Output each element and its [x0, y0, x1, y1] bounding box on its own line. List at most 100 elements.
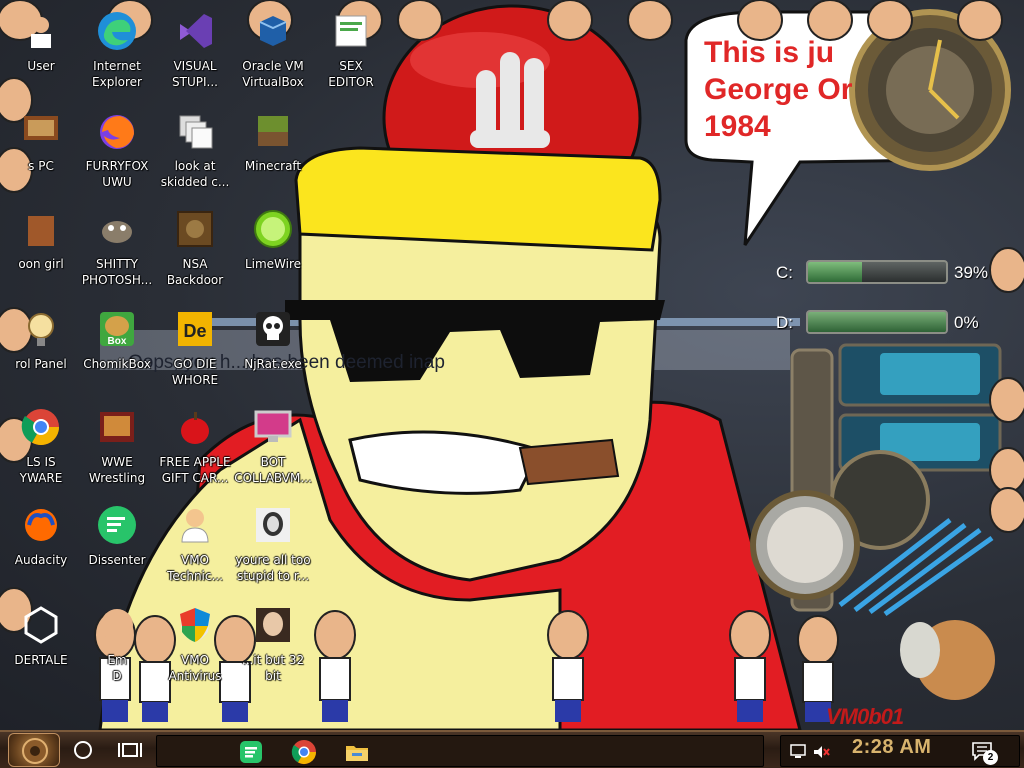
drive-d-row: D: — [776, 308, 793, 338]
taskbar-file-explorer-button[interactable] — [343, 738, 371, 766]
desktop-icon[interactable]: Em D — [76, 598, 158, 694]
desktop-icon[interactable]: oon girl — [0, 202, 82, 298]
desktop-icon-label: SHITTY PHOTOSH... — [81, 257, 153, 287]
desktop-icon[interactable]: WWE Wrestling — [76, 400, 158, 496]
taskbar-dissenter-button[interactable] — [237, 738, 265, 766]
unity-icon — [18, 602, 64, 648]
desktop-icon[interactable]: FREE APPLE GIFT CAR... — [154, 400, 236, 496]
desktop-icon[interactable]: LimeWire — [232, 202, 314, 298]
desktop-icon-label: User — [27, 59, 55, 73]
chomikbox-icon: Box — [94, 306, 140, 352]
wwe-icon — [94, 404, 140, 450]
desktop-icon[interactable]: DERTALE — [0, 598, 82, 694]
start-gear-icon — [22, 738, 48, 764]
chrome-icon — [18, 404, 64, 450]
desktop-icon[interactable]: ...it but 32 bit — [232, 598, 314, 694]
svg-text:De: De — [183, 321, 206, 341]
cortana-circle-icon — [74, 741, 92, 759]
desktop-icon-label: LS IS YWARE — [19, 455, 63, 485]
desktop-icon[interactable]: VISUAL STUPI... — [154, 4, 236, 100]
desktop-icon[interactable]: User — [0, 4, 82, 100]
drive-c-letter: C: — [776, 263, 793, 282]
desktop-icon[interactable]: Box ChomikBox — [76, 302, 158, 398]
limewire-icon — [250, 206, 296, 252]
desktop-icon-label: Em D — [107, 653, 127, 683]
desktop-icon-label: NSA Backdoor — [166, 257, 224, 287]
desktop-icon[interactable]: BOT COLLABVM... — [232, 400, 314, 496]
desktop-icon[interactable]: youre all too stupid to r... — [232, 498, 314, 594]
desktop-icon-label: s PC — [28, 159, 54, 173]
desktop-icon[interactable]: FURRYFOX UWU — [76, 104, 158, 200]
drive-c-usage-fill — [808, 262, 862, 282]
start-button[interactable] — [8, 733, 60, 767]
desktop-icon-label: WWE Wrestling — [88, 455, 146, 485]
drive-d-letter: D: — [776, 313, 793, 332]
drive-c-percent: 39% — [954, 263, 989, 282]
taskbar-clock[interactable]: 2:28 AM — [852, 736, 931, 759]
vm-label: VM0b01 — [826, 704, 904, 729]
copies-icon — [172, 108, 218, 154]
drive-d-percent: 0% — [954, 313, 979, 332]
technician-icon — [172, 502, 218, 548]
desktop-icon-label: oon girl — [18, 257, 64, 271]
desktop-icon[interactable]: VMO Technic... — [154, 498, 236, 594]
bot-monitor-icon — [250, 404, 296, 450]
edge-icon — [94, 8, 140, 54]
desktop-icon-label: Dissenter — [88, 553, 146, 567]
desktop-icon[interactable]: SHITTY PHOTOSH... — [76, 202, 158, 298]
desktop[interactable]: This is ju George Or 1984 Oops, you h...… — [0, 0, 1024, 730]
desktop-icon[interactable]: Dissenter — [76, 498, 158, 594]
firefox-icon — [94, 108, 140, 154]
bin-icon — [18, 206, 64, 252]
dissenter-icon — [240, 741, 262, 763]
user-folder-icon — [18, 8, 64, 54]
drive-c-row: C: — [776, 258, 793, 288]
task-view-icon — [118, 743, 142, 757]
desktop-icon[interactable]: s PC — [0, 104, 82, 200]
desktop-icon-label: VISUAL STUPI... — [172, 59, 218, 89]
desktop-icon-label: Audacity — [14, 553, 68, 567]
desktop-icon[interactable]: VMO Antivirus — [154, 598, 236, 694]
desktop-icon-label: Internet Explorer — [92, 59, 142, 89]
taskbar-chrome-button[interactable] — [290, 738, 318, 766]
desktop-icon-label: GO DIE WHORE — [171, 357, 219, 387]
visual-studio-icon — [172, 8, 218, 54]
desktop-icon[interactable]: Oracle VM VirtualBox — [232, 4, 314, 100]
portrait-icon — [250, 502, 296, 548]
file-explorer-icon — [346, 746, 368, 761]
volume-muted-icon[interactable] — [811, 742, 831, 762]
nsa-backdoor-icon — [172, 206, 218, 252]
desktop-icon-label: look at skidded c... — [160, 159, 230, 189]
desktop-icon-label: FREE APPLE GIFT CAR... — [159, 455, 231, 485]
speech-bubble-text: This is ju George Or 1984 — [704, 36, 853, 143]
drive-c-usage-bar — [806, 260, 948, 284]
virtualbox-icon — [250, 8, 296, 54]
minecraft-icon — [250, 108, 296, 154]
desktop-icon[interactable]: LS IS YWARE — [0, 400, 82, 496]
desktop-icon[interactable]: Minecraft — [232, 104, 314, 200]
task-view-button[interactable] — [116, 737, 144, 763]
chrome-icon — [291, 740, 316, 765]
lady-portrait-icon — [250, 602, 296, 648]
gimp-icon — [94, 206, 140, 252]
desktop-icon[interactable]: look at skidded c... — [154, 104, 236, 200]
desktop-icon-label: LimeWire — [244, 257, 302, 271]
desktop-icon-label: BOT COLLABVM... — [234, 455, 312, 485]
network-icon[interactable] — [789, 742, 809, 762]
desktop-icon[interactable]: rol Panel — [0, 302, 82, 398]
desktop-icon-label: youre all too stupid to r... — [235, 553, 311, 583]
desktop-icon[interactable]: De GO DIE WHORE — [154, 302, 236, 398]
desktop-icon[interactable]: SEX EDITOR — [310, 4, 392, 100]
desktop-icon-label: VMO Antivirus — [168, 653, 222, 683]
editor-icon — [328, 8, 374, 54]
drive-d-usage-fill — [808, 312, 946, 332]
desktop-icon[interactable]: Audacity — [0, 498, 82, 594]
desktop-icon[interactable]: NjRat.exe — [232, 302, 314, 398]
emu-icon — [94, 602, 140, 648]
dissenter-icon — [94, 502, 140, 548]
desktop-icon[interactable]: Internet Explorer — [76, 4, 158, 100]
desktop-icon[interactable]: NSA Backdoor — [154, 202, 236, 298]
search-button[interactable] — [70, 737, 96, 763]
notification-count-badge: 2 — [983, 750, 998, 765]
desktop-icon-label: VMO Technic... — [167, 553, 223, 583]
